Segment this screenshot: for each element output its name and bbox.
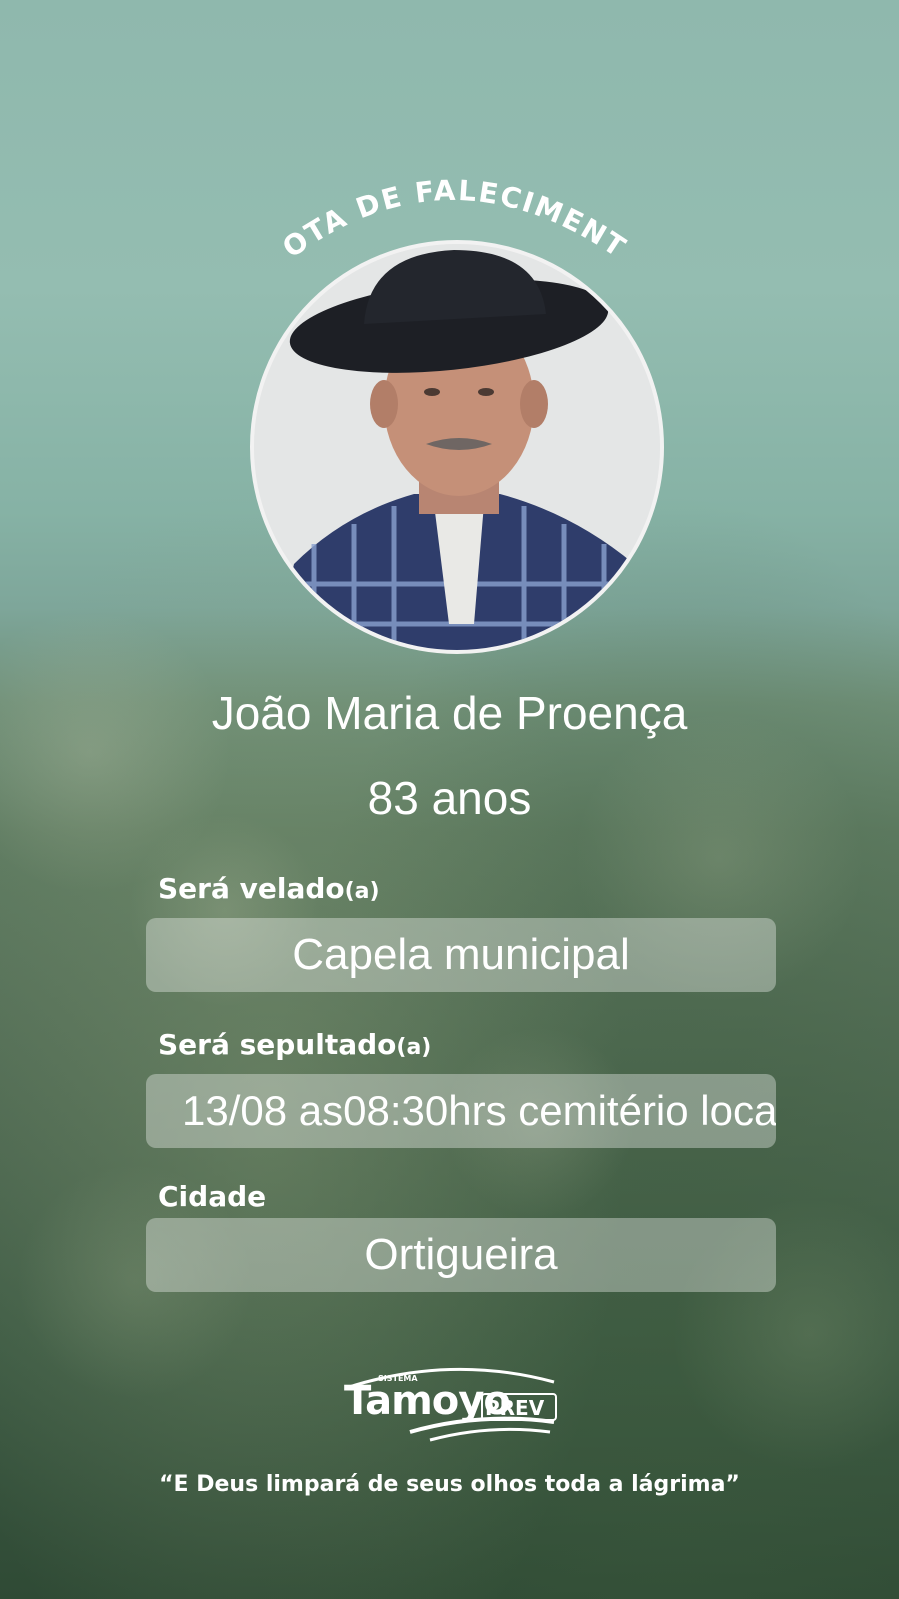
tamoyo-prev-logo: SISTEMA Tamoyo PREV <box>340 1360 570 1450</box>
city-label: Cidade <box>158 1180 267 1213</box>
wake-label: Será velado(a) <box>158 872 380 905</box>
burial-details-field: 13/08 as08:30hrs cemitério local <box>146 1074 776 1148</box>
burial-label-text: Será sepultado <box>158 1028 397 1061</box>
city-field: Ortigueira <box>146 1218 776 1292</box>
burial-label-suffix: (a) <box>396 1035 432 1060</box>
wake-label-suffix: (a) <box>344 879 380 904</box>
wake-location-field: Capela municipal <box>146 918 776 992</box>
deceased-photo <box>250 240 664 654</box>
footer-quote: “E Deus limpará de seus olhos toda a lág… <box>159 1472 740 1497</box>
portrait-image <box>254 244 660 650</box>
deceased-age: 83 anos <box>367 772 532 824</box>
burial-label: Será sepultado(a) <box>158 1028 431 1061</box>
logo-brand-suffix: PREV <box>485 1396 545 1420</box>
deceased-name: João Maria de Proença <box>211 687 688 739</box>
wake-label-text: Será velado <box>158 872 345 905</box>
